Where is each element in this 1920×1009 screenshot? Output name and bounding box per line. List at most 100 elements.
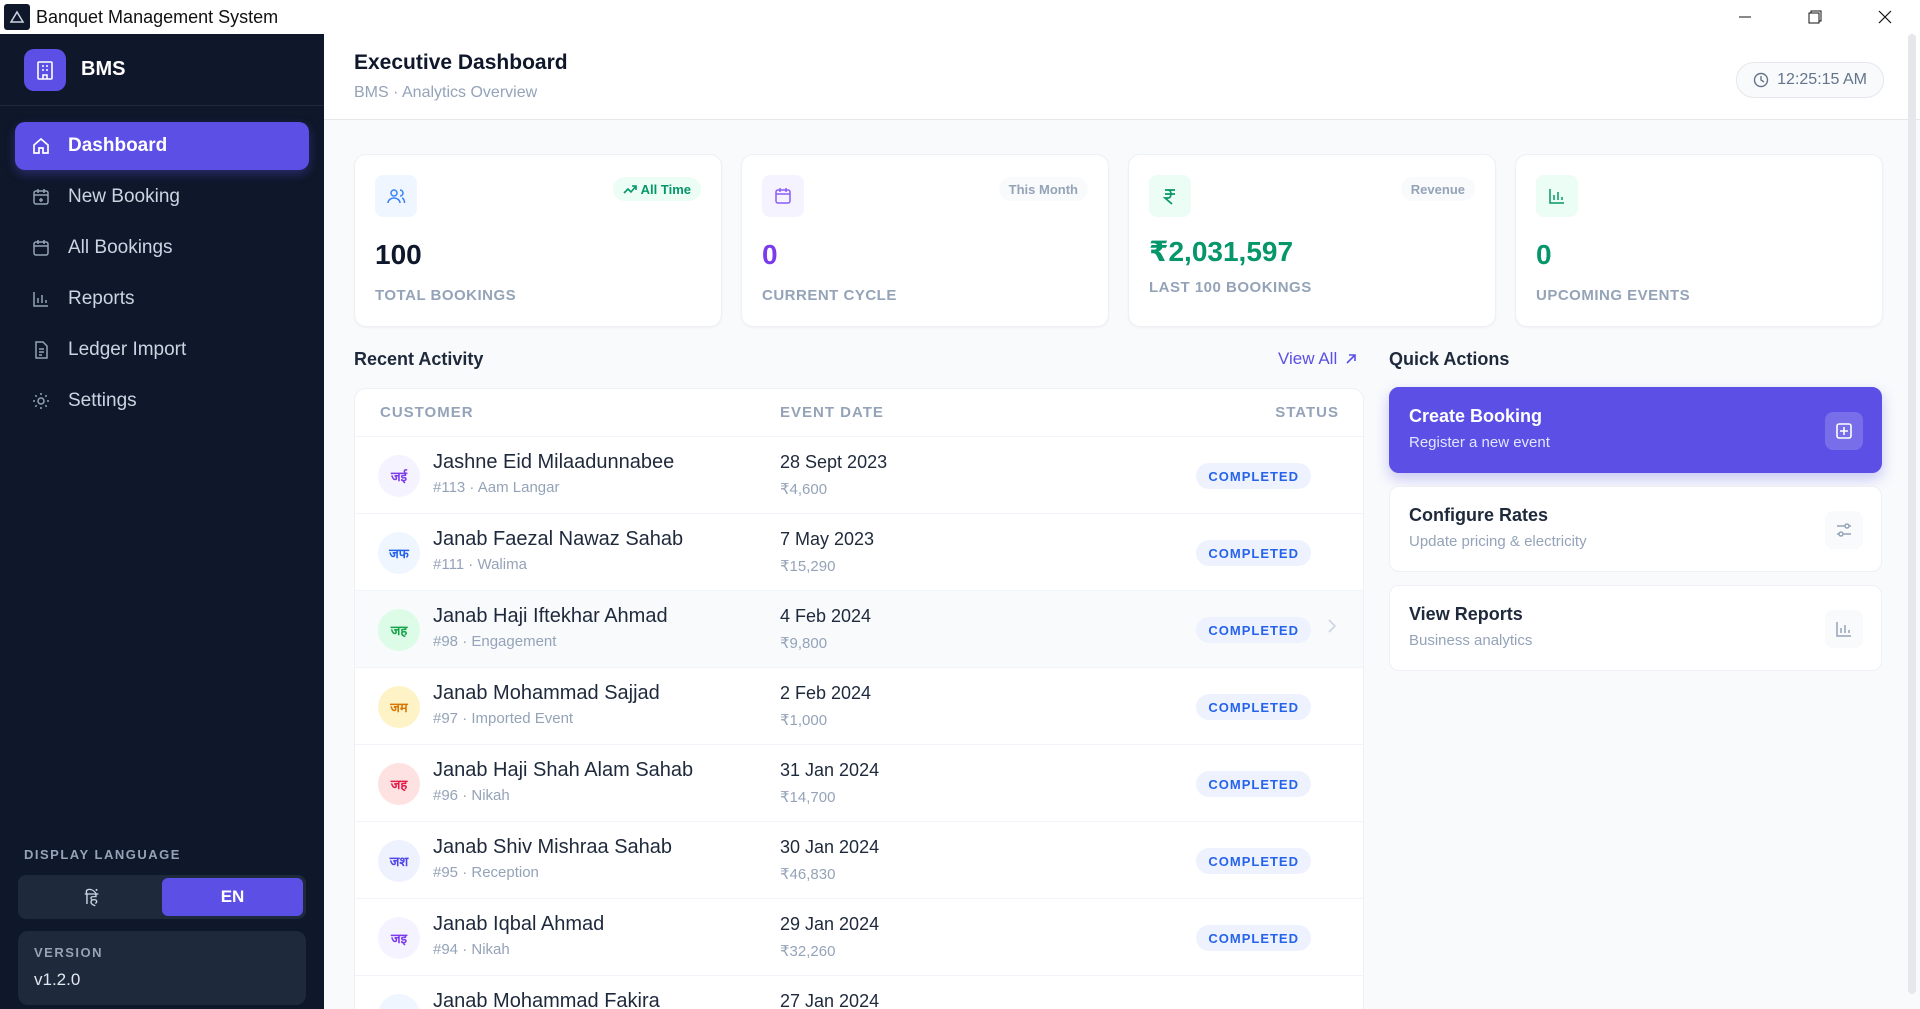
calendar-icon (762, 175, 804, 217)
stat-label: UPCOMING EVENTS (1536, 287, 1691, 304)
table-row[interactable]: जइ Janab Iqbal Ahmad #94 · Nikah 29 Jan … (355, 899, 1363, 976)
version-label: VERSION (34, 945, 104, 960)
bar-chart-icon (1825, 610, 1863, 648)
quick-action-title: Create Booking (1409, 406, 1543, 426)
avatar: जइ (378, 917, 420, 959)
stat-label: TOTAL BOOKINGS (375, 287, 517, 304)
customer-name: Janab Mohammad Fakira (433, 990, 660, 1009)
quick-action-title: Configure Rates (1409, 505, 1549, 525)
quick-action-subtitle: Register a new event (1409, 434, 1550, 451)
stat-badge: This Month (998, 177, 1088, 201)
status-badge: COMPLETED (1196, 540, 1311, 566)
trending-up-icon (623, 182, 637, 196)
clock-time: 12:25:15 AM (1777, 71, 1867, 88)
table-row[interactable]: जम Janab Mohammad Fakira 27 Jan 2024 (355, 976, 1363, 1009)
stat-label: LAST 100 BOOKINGS (1149, 279, 1312, 296)
view-all-link[interactable]: View All (1278, 349, 1357, 369)
event-date: 7 May 2023 (780, 529, 875, 549)
table-row[interactable]: जह Janab Haji Iftekhar Ahmad #98 · Engag… (355, 591, 1363, 668)
quick-action-subtitle: Business analytics (1409, 632, 1533, 649)
column-event-date: EVENT DATE (780, 404, 884, 421)
table-row[interactable]: जई Jashne Eid Milaadunnabee #113 · Aam L… (355, 437, 1363, 514)
stat-badge: All Time (612, 177, 701, 201)
stat-value: 0 (762, 239, 778, 270)
stat-card-total-bookings: All Time 100 TOTAL BOOKINGS (354, 154, 722, 327)
event-amount: ₹15,290 (780, 558, 836, 575)
bar-chart-icon (30, 288, 52, 310)
home-icon (30, 135, 52, 157)
recent-activity-title: Recent Activity (354, 349, 484, 369)
users-icon (375, 175, 417, 217)
language-option-hindi[interactable]: हिं (21, 878, 162, 916)
stat-badge: Revenue (1400, 177, 1475, 201)
sidebar-item-settings[interactable]: Settings (15, 377, 309, 425)
avatar: जह (378, 609, 420, 651)
app-logo-icon (4, 4, 30, 30)
stat-value: ₹2,031,597 (1149, 236, 1294, 267)
column-status: STATUS (1275, 404, 1339, 421)
create-booking-button[interactable]: Create Booking Register a new event (1389, 387, 1882, 473)
event-amount: ₹14,700 (780, 789, 836, 806)
sidebar-item-reports[interactable]: Reports (15, 275, 309, 323)
stat-value: 0 (1536, 239, 1552, 270)
customer-name: Jashne Eid Milaadunnabee (433, 451, 675, 473)
plus-square-icon (1825, 412, 1863, 450)
page-subtitle: BMS · Analytics Overview (354, 84, 538, 101)
view-reports-button[interactable]: View Reports Business analytics (1389, 585, 1882, 671)
customer-name: Janab Mohammad Sajjad (433, 682, 660, 704)
language-toggle: हिं EN (18, 875, 306, 919)
clock-icon (1753, 72, 1769, 88)
recent-activity-table: CUSTOMER EVENT DATE STATUS जई Jashne Eid… (354, 388, 1364, 1009)
rupee-icon (1149, 175, 1191, 217)
minimize-button[interactable] (1710, 0, 1780, 34)
status-badge: COMPLETED (1196, 694, 1311, 720)
booking-ref: #94 · Nikah (433, 941, 510, 958)
brand: BMS (0, 34, 324, 106)
calendar-icon (30, 237, 52, 259)
gear-icon (30, 390, 52, 412)
quick-action-subtitle: Update pricing & electricity (1409, 533, 1587, 550)
building-icon (24, 48, 66, 91)
sidebar-item-label: All Bookings (68, 237, 173, 258)
sidebar-item-all-bookings[interactable]: All Bookings (15, 224, 309, 272)
language-option-english[interactable]: EN (162, 878, 303, 916)
event-amount: ₹1,000 (780, 712, 828, 729)
page-title: Executive Dashboard (354, 51, 568, 74)
event-date: 28 Sept 2023 (780, 452, 888, 472)
sidebar-item-new-booking[interactable]: New Booking (15, 173, 309, 221)
sidebar-item-ledger-import[interactable]: Ledger Import (15, 326, 309, 374)
status-badge: COMPLETED (1196, 463, 1311, 489)
customer-name: Janab Iqbal Ahmad (433, 913, 605, 935)
window-titlebar: Banquet Management System (0, 0, 1920, 34)
quick-action-title: View Reports (1409, 604, 1523, 624)
stat-label: CURRENT CYCLE (762, 287, 897, 304)
window-controls (1710, 0, 1920, 34)
sidebar-item-dashboard[interactable]: Dashboard (15, 122, 309, 170)
event-date: 31 Jan 2024 (780, 760, 880, 780)
configure-rates-button[interactable]: Configure Rates Update pricing & electri… (1389, 486, 1882, 572)
status-badge: COMPLETED (1196, 925, 1311, 951)
chevron-right-icon (1327, 619, 1337, 633)
event-amount: ₹4,600 (780, 481, 828, 498)
table-header: CUSTOMER EVENT DATE STATUS (355, 389, 1363, 437)
table-row[interactable]: जफ Janab Faezal Nawaz Sahab #111 · Walim… (355, 514, 1363, 591)
stat-card-upcoming-events: 0 UPCOMING EVENTS (1515, 154, 1883, 327)
table-row[interactable]: जश Janab Shiv Mishraa Sahab #95 · Recept… (355, 822, 1363, 899)
bar-chart-icon (1536, 175, 1578, 217)
event-date: 29 Jan 2024 (780, 914, 880, 934)
close-button[interactable] (1850, 0, 1920, 34)
sidebar: BMS Dashboard New Booking All Bookings R… (0, 34, 324, 1009)
booking-ref: #95 · Reception (433, 864, 539, 881)
restore-button[interactable] (1780, 0, 1850, 34)
page-header: Executive Dashboard BMS · Analytics Over… (324, 34, 1920, 120)
scrollbar[interactable] (1908, 34, 1916, 994)
table-row[interactable]: जह Janab Haji Shah Alam Sahab #96 · Nika… (355, 745, 1363, 822)
booking-ref: #96 · Nikah (433, 787, 510, 804)
stat-card-current-cycle: This Month 0 CURRENT CYCLE (741, 154, 1109, 327)
sidebar-item-label: New Booking (68, 186, 180, 207)
sidebar-item-label: Reports (68, 288, 135, 309)
booking-ref: #97 · Imported Event (433, 710, 574, 727)
event-date: 30 Jan 2024 (780, 837, 880, 857)
table-row[interactable]: जम Janab Mohammad Sajjad #97 · Imported … (355, 668, 1363, 745)
arrow-up-right-icon (1345, 353, 1357, 365)
